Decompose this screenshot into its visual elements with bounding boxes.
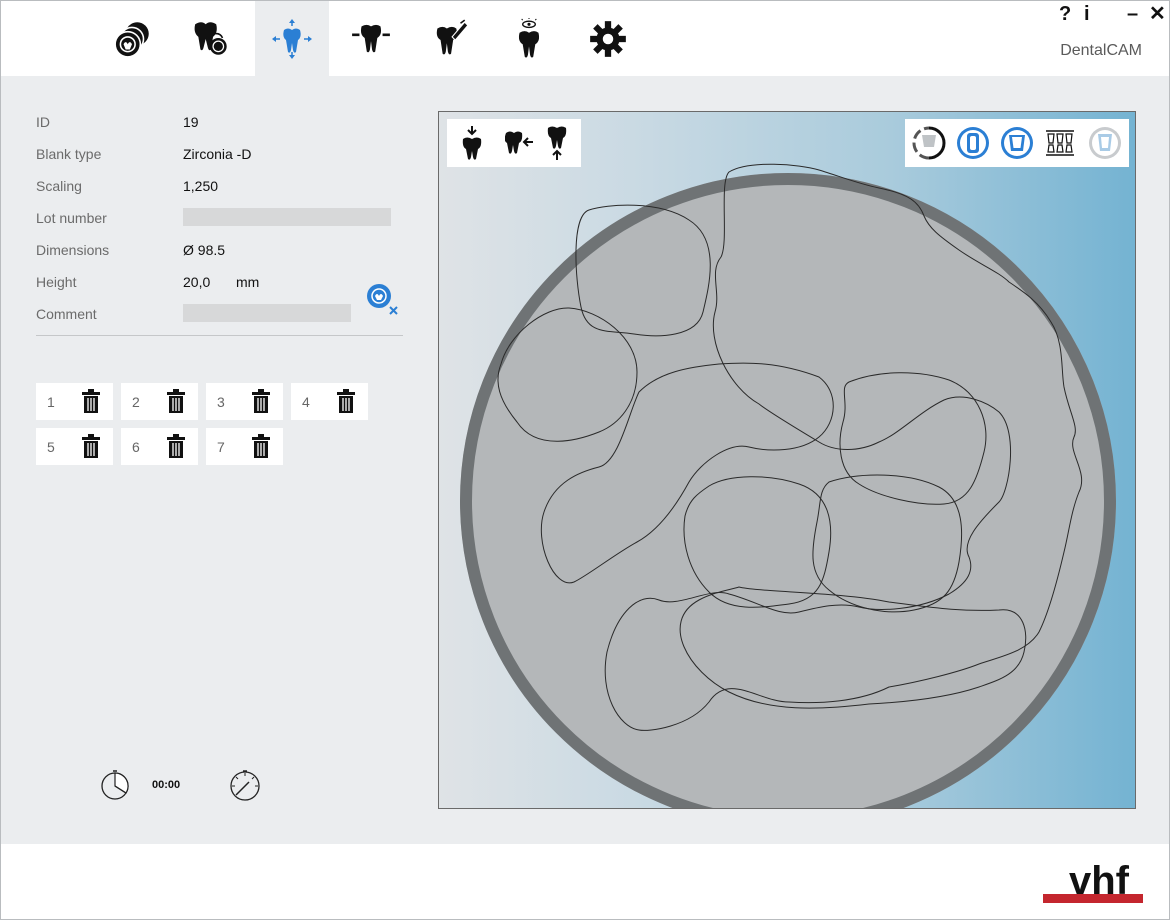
scaling-value: 1,250 (183, 178, 219, 194)
trash-icon (167, 389, 185, 413)
elapsed-time: 00:00 (152, 779, 181, 791)
trash-icon (82, 434, 100, 458)
remove-blank-icon[interactable] (365, 282, 403, 318)
close-button[interactable]: ✕ (1149, 3, 1166, 25)
dimensions-value: Ø 98.5 (183, 242, 226, 258)
blank-type-label: Blank type (36, 146, 102, 162)
position-slot-7[interactable]: 7 (206, 428, 283, 465)
tab-settings[interactable] (571, 1, 645, 76)
position-number: 3 (217, 394, 225, 410)
position-slot-1[interactable]: 1 (36, 383, 113, 420)
position-slot-4[interactable]: 4 (291, 383, 368, 420)
tab-tooth-tool[interactable] (413, 1, 487, 76)
tab-blank-discs[interactable] (96, 1, 170, 76)
position-slot-6[interactable]: 6 (121, 428, 198, 465)
position-number: 2 (132, 394, 140, 410)
position-number: 4 (302, 394, 310, 410)
position-number: 5 (47, 439, 55, 455)
comment-field[interactable] (183, 304, 351, 322)
position-slot-3[interactable]: 3 (206, 383, 283, 420)
tooth-positioning-icon (272, 18, 312, 59)
tab-tooth-preview[interactable] (492, 1, 566, 76)
tab-tooth-attachment[interactable] (334, 1, 408, 76)
trash-icon (337, 389, 355, 413)
info-button[interactable]: i (1084, 3, 1090, 25)
position-number: 7 (217, 439, 225, 455)
blank-disc-view[interactable] (439, 112, 1136, 809)
rotate-view-icon[interactable] (911, 125, 947, 161)
occlusal-view-icon[interactable] (999, 125, 1035, 161)
tooth-preview-icon (518, 17, 540, 58)
vhf-logo: vhf (1043, 859, 1143, 903)
position-number: 6 (132, 439, 140, 455)
lot-number-field[interactable] (183, 208, 391, 226)
stopwatch-icon (101, 770, 129, 800)
panel-separator (36, 335, 403, 336)
svg-text:vhf: vhf (1069, 859, 1130, 903)
tooth-with-blank-icon (194, 21, 227, 55)
minimize-button[interactable]: – (1127, 3, 1138, 25)
lot-number-label: Lot number (36, 210, 107, 226)
app-name: DentalCAM (1060, 42, 1142, 59)
comment-label: Comment (36, 306, 97, 322)
help-button[interactable]: ? (1059, 3, 1071, 25)
position-slot-5[interactable]: 5 (36, 428, 113, 465)
position-slot-2[interactable]: 2 (121, 383, 198, 420)
trash-icon (252, 389, 270, 413)
trash-icon (252, 434, 270, 458)
jaw-view-icon[interactable] (1043, 127, 1077, 159)
nesting-viewport[interactable] (438, 111, 1136, 809)
height-unit: mm (236, 274, 260, 290)
height-label: Height (36, 274, 77, 290)
blank-type-value: Zirconia -D (183, 146, 252, 162)
tab-tooth-with-blank[interactable] (175, 1, 249, 76)
move-up-icon[interactable] (461, 125, 483, 161)
tooth-tool-icon (436, 18, 469, 54)
dimensions-label: Dimensions (36, 242, 110, 258)
trash-icon (167, 434, 185, 458)
scaling-label: Scaling (36, 178, 82, 194)
tooth-attachment-icon (352, 24, 390, 52)
move-down-icon[interactable] (546, 125, 568, 161)
height-value: 20,0 (183, 274, 211, 290)
view-toolbar-left (447, 119, 581, 167)
tab-tooth-positioning[interactable] (255, 1, 329, 76)
position-number: 1 (47, 394, 55, 410)
front-view-icon[interactable] (955, 125, 991, 161)
gear-icon (590, 20, 626, 57)
blank-discs-icon (114, 21, 149, 58)
id-label: ID (36, 114, 50, 130)
footer-bar: vhf (1, 844, 1169, 919)
speedometer-icon (230, 770, 260, 801)
transparent-view-icon[interactable] (1087, 125, 1123, 161)
view-toolbar-right (905, 119, 1129, 167)
move-left-icon[interactable] (505, 127, 535, 157)
top-bar: ? i – ✕ DentalCAM (1, 1, 1169, 76)
id-value: 19 (183, 114, 199, 130)
trash-icon (82, 389, 100, 413)
